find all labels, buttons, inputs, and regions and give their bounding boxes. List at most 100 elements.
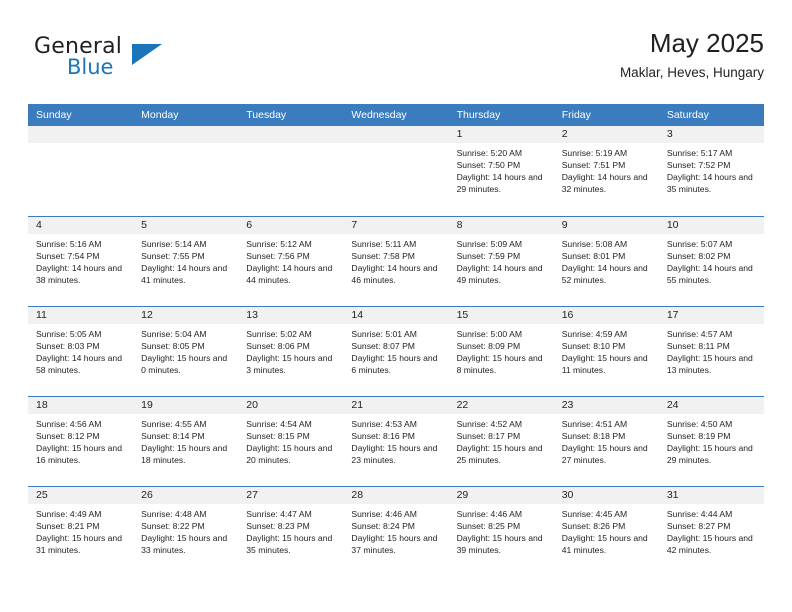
sunrise-text: Sunrise: 4:56 AM	[36, 419, 102, 429]
title-block: May 2025 Maklar, Heves, Hungary	[620, 26, 764, 84]
sunset-text: Sunset: 7:52 PM	[666, 160, 731, 171]
day-details: Sunrise: 4:52 AM Sunset: 8:17 PM Daylight:…	[449, 414, 554, 466]
calendar-day-cell-empty	[238, 126, 344, 216]
day-number: 3	[658, 126, 764, 143]
calendar-day-cell[interactable]: 6 Sunrise: 5:12 AM Sunset: 7:56 PM Daylight…	[238, 217, 344, 306]
calendar-day-cell[interactable]: 14 Sunrise: 5:01 AM Sunset: 8:07 PM Dayligh…	[343, 307, 449, 396]
calendar-day-cell[interactable]: 5 Sunrise: 5:14 AM Sunset: 7:55 PM Daylight…	[133, 217, 239, 306]
sunset-text: Sunset: 7:59 PM	[456, 251, 521, 262]
day-number: 5	[133, 217, 239, 234]
sunrise-text: Sunrise: 4:59 AM	[561, 329, 628, 339]
day-number: 31	[658, 487, 764, 504]
brand-logo[interactable]: General Blue	[34, 34, 254, 90]
day-details: Sunrise: 4:46 AM Sunset: 8:25 PM Daylight:…	[449, 504, 554, 556]
day-number: 1	[448, 126, 554, 143]
day-number: 11	[28, 307, 134, 324]
sunset-text: Sunset: 8:25 PM	[456, 521, 521, 532]
day-number: 27	[238, 487, 344, 504]
daylight-text: Daylight: 15 hours and 0 minutes.	[141, 353, 228, 376]
daylight-text: Daylight: 15 hours and 37 minutes.	[351, 533, 438, 556]
daylight-text: Daylight: 14 hours and 35 minutes.	[666, 172, 753, 195]
calendar-week-row: 25 Sunrise: 4:49 AM Sunset: 8:21 PM Dayligh…	[28, 486, 764, 576]
sunset-text: Sunset: 7:50 PM	[456, 160, 521, 171]
calendar-day-cell[interactable]: 23 Sunrise: 4:51 AM Sunset: 8:18 PM Dayligh…	[553, 397, 659, 486]
daylight-text: Daylight: 15 hours and 20 minutes.	[246, 443, 333, 466]
calendar-day-cell[interactable]: 27 Sunrise: 4:47 AM Sunset: 8:23 PM Dayligh…	[238, 487, 344, 576]
sunrise-text: Sunrise: 4:57 AM	[666, 329, 733, 339]
calendar-day-cell[interactable]: 2 Sunrise: 5:19 AM Sunset: 7:51 PM Daylight…	[553, 126, 659, 216]
calendar-day-cell[interactable]: 10 Sunrise: 5:07 AM Sunset: 8:02 PM Dayligh…	[658, 217, 764, 306]
sunset-text: Sunset: 8:02 PM	[666, 251, 731, 262]
calendar-day-cell[interactable]: 18 Sunrise: 4:56 AM Sunset: 8:12 PM Dayligh…	[28, 397, 134, 486]
sunset-text: Sunset: 7:55 PM	[141, 251, 205, 262]
daylight-text: Daylight: 15 hours and 33 minutes.	[141, 533, 228, 556]
calendar-day-cell[interactable]: 7 Sunrise: 5:11 AM Sunset: 7:58 PM Daylight…	[343, 217, 449, 306]
calendar-day-cell[interactable]: 4 Sunrise: 5:16 AM Sunset: 7:54 PM Daylight…	[28, 217, 134, 306]
daylight-text: Daylight: 14 hours and 38 minutes.	[36, 263, 122, 286]
sunset-text: Sunset: 8:26 PM	[561, 521, 626, 532]
sunrise-text: Sunrise: 4:49 AM	[36, 509, 102, 519]
calendar-day-cell[interactable]: 15 Sunrise: 5:00 AM Sunset: 8:09 PM Dayligh…	[448, 307, 554, 396]
calendar-day-cell[interactable]: 28 Sunrise: 4:46 AM Sunset: 8:24 PM Dayligh…	[343, 487, 449, 576]
day-details: Sunrise: 5:01 AM Sunset: 8:07 PM Daylight:…	[343, 324, 448, 376]
sunrise-text: Sunrise: 5:02 AM	[246, 329, 312, 339]
calendar-day-cell[interactable]: 17 Sunrise: 4:57 AM Sunset: 8:11 PM Dayligh…	[658, 307, 764, 396]
day-details: Sunrise: 4:50 AM Sunset: 8:19 PM Daylight:…	[659, 414, 764, 466]
day-number: 21	[343, 397, 449, 414]
calendar-day-cell[interactable]: 11 Sunrise: 5:05 AM Sunset: 8:03 PM Dayligh…	[28, 307, 134, 396]
day-number: 25	[28, 487, 134, 504]
sunset-text: Sunset: 8:09 PM	[456, 341, 521, 352]
day-number: 19	[133, 397, 239, 414]
day-details: Sunrise: 5:09 AM Sunset: 7:59 PM Daylight:…	[449, 234, 554, 286]
calendar-day-cell[interactable]: 19 Sunrise: 4:55 AM Sunset: 8:14 PM Dayligh…	[133, 397, 239, 486]
sunset-text: Sunset: 8:18 PM	[561, 431, 626, 442]
day-details: Sunrise: 5:17 AM Sunset: 7:52 PM Daylight:…	[659, 143, 764, 195]
calendar-day-cell[interactable]: 20 Sunrise: 4:54 AM Sunset: 8:15 PM Dayligh…	[238, 397, 344, 486]
daylight-text: Daylight: 15 hours and 6 minutes.	[351, 353, 438, 376]
day-details: Sunrise: 4:59 AM Sunset: 8:10 PM Daylight:…	[554, 324, 659, 376]
calendar-day-cell[interactable]: 1 Sunrise: 5:20 AM Sunset: 7:50 PM Daylight…	[448, 126, 554, 216]
calendar-day-cell[interactable]: 24 Sunrise: 4:50 AM Sunset: 8:19 PM Dayligh…	[658, 397, 764, 486]
page-subtitle: Maklar, Heves, Hungary	[619, 65, 764, 80]
sunrise-text: Sunrise: 4:44 AM	[666, 509, 733, 519]
sunrise-text: Sunrise: 5:12 AM	[246, 239, 312, 249]
day-number: 8	[448, 217, 554, 234]
sunset-text: Sunset: 7:56 PM	[246, 251, 310, 262]
sunrise-text: Sunrise: 4:46 AM	[351, 509, 417, 519]
sunrise-text: Sunrise: 4:54 AM	[246, 419, 312, 429]
calendar-day-cell[interactable]: 25 Sunrise: 4:49 AM Sunset: 8:21 PM Dayligh…	[28, 487, 134, 576]
calendar-day-cell[interactable]: 26 Sunrise: 4:48 AM Sunset: 8:22 PM Dayligh…	[133, 487, 239, 576]
day-number	[133, 126, 239, 143]
calendar-week-row: 4 Sunrise: 5:16 AM Sunset: 7:54 PM Daylight…	[28, 216, 764, 306]
page-header: General Blue May 2025 Maklar, Heves, Hun…	[28, 26, 764, 96]
sunset-text: Sunset: 8:15 PM	[246, 431, 310, 442]
calendar-day-cell[interactable]: 3 Sunrise: 5:17 AM Sunset: 7:52 PM Daylight…	[658, 126, 764, 216]
calendar-day-cell[interactable]: 16 Sunrise: 4:59 AM Sunset: 8:10 PM Dayligh…	[553, 307, 659, 396]
day-details: Sunrise: 4:54 AM Sunset: 8:15 PM Daylight:…	[238, 414, 343, 466]
sunset-text: Sunset: 8:22 PM	[141, 521, 205, 532]
daylight-text: Daylight: 15 hours and 16 minutes.	[36, 443, 122, 466]
calendar-day-cell[interactable]: 31 Sunrise: 4:44 AM Sunset: 8:27 PM Dayligh…	[658, 487, 764, 576]
sunset-text: Sunset: 8:23 PM	[246, 521, 310, 532]
calendar-day-cell[interactable]: 29 Sunrise: 4:46 AM Sunset: 8:25 PM Dayligh…	[448, 487, 554, 576]
calendar-day-cell[interactable]: 22 Sunrise: 4:52 AM Sunset: 8:17 PM Dayligh…	[448, 397, 554, 486]
sunrise-text: Sunrise: 5:09 AM	[456, 239, 523, 249]
calendar-day-cell-empty	[343, 126, 449, 216]
calendar-day-cell[interactable]: 8 Sunrise: 5:09 AM Sunset: 7:59 PM Daylight…	[448, 217, 554, 306]
day-number: 26	[133, 487, 239, 504]
calendar-day-cell[interactable]: 30 Sunrise: 4:45 AM Sunset: 8:26 PM Dayligh…	[553, 487, 659, 576]
page-title: May 2025	[649, 28, 764, 58]
day-number: 10	[658, 217, 764, 234]
sunrise-text: Sunrise: 5:17 AM	[666, 148, 733, 158]
calendar-day-cell[interactable]: 13 Sunrise: 5:02 AM Sunset: 8:06 PM Dayligh…	[238, 307, 344, 396]
calendar-day-cell[interactable]: 21 Sunrise: 4:53 AM Sunset: 8:16 PM Dayligh…	[343, 397, 449, 486]
day-details: Sunrise: 5:04 AM Sunset: 8:05 PM Daylight:…	[133, 324, 238, 376]
day-details: Sunrise: 5:14 AM Sunset: 7:55 PM Daylight:…	[133, 234, 238, 286]
day-details: Sunrise: 5:08 AM Sunset: 8:01 PM Daylight:…	[554, 234, 659, 286]
calendar-day-cell[interactable]: 9 Sunrise: 5:08 AM Sunset: 8:01 PM Daylight…	[553, 217, 659, 306]
calendar-page: General Blue May 2025 Maklar, Heves, Hun…	[0, 0, 792, 612]
calendar-day-cell[interactable]: 12 Sunrise: 5:04 AM Sunset: 8:05 PM Dayligh…	[133, 307, 239, 396]
sunrise-text: Sunrise: 5:20 AM	[456, 148, 523, 158]
sunrise-text: Sunrise: 5:01 AM	[351, 329, 417, 339]
weekday-header-thursday: Thursday	[456, 109, 501, 121]
